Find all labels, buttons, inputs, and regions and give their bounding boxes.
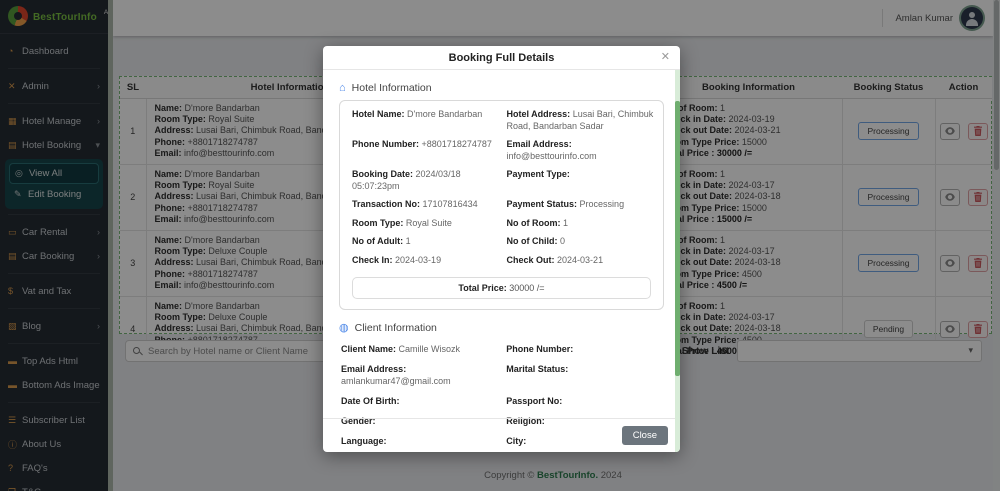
field-hotel-name: Hotel Name: D'more Bandarban [352, 109, 483, 119]
field-room-type: Room Type: Royal Suite [352, 217, 452, 228]
modal-footer: Close [323, 418, 680, 452]
field-client-email: Email Address: amlankumar47@gmail.com [341, 364, 451, 386]
modal-header: Booking Full Details ✕ [323, 46, 680, 70]
modal-scrollbar-thumb[interactable] [675, 100, 680, 376]
field-transaction-no: Transaction No: 17107816434 [352, 199, 478, 209]
modal-title: Booking Full Details [448, 51, 555, 64]
field-no-of-adult: No of Adult: 1 [352, 236, 411, 246]
field-date-of-birth: Date Of Birth: [341, 395, 400, 406]
field-check-in: Check In: 2024-03-19 [352, 254, 442, 265]
field-client-name: Client Name: Camille Wisozk [341, 344, 461, 354]
field-marital-status: Marital Status: [506, 364, 569, 374]
hotel-icon: ⌂ [339, 81, 346, 94]
field-payment-status: Payment Status: Processing [506, 199, 625, 209]
total-price-box: Total Price: 30000 /= [352, 277, 651, 299]
close-button[interactable]: Close [621, 426, 668, 445]
field-phone-number: Phone Number: +8801718274787 [352, 139, 492, 149]
field-booking-date: Booking Date: 2024/03/18 05:07:23pm [352, 169, 461, 191]
field-no-of-child: No of Child: 0 [506, 236, 566, 246]
field-email-address: Email Address: info@besttourinfo.com [506, 139, 597, 161]
field-no-of-room: No of Room: 1 [506, 217, 569, 228]
field-client-phone: Phone Number: [506, 344, 574, 354]
modal-scrollbar[interactable] [675, 70, 680, 452]
field-passport-no: Passport No: [506, 395, 563, 406]
hotel-information-section-header: ⌂ Hotel Information [339, 81, 432, 94]
client-information-section-header: ◍ Client Information [339, 321, 437, 334]
client-icon: ◍ [339, 321, 349, 334]
field-check-out: Check Out: 2024-03-21 [506, 254, 604, 265]
field-hotel-address: Hotel Address: Lusai Bari, Chimbuk Road,… [506, 109, 654, 131]
close-icon[interactable]: ✕ [661, 50, 670, 63]
booking-details-modal: Booking Full Details ✕ ⌂ Hotel Informati… [323, 46, 680, 452]
hotel-info-box: Hotel Name: D'more Bandarban Hotel Addre… [339, 100, 664, 310]
field-payment-type: Payment Type: [506, 169, 570, 179]
modal-body: ⌂ Hotel Information Hotel Name: D'more B… [323, 70, 680, 456]
